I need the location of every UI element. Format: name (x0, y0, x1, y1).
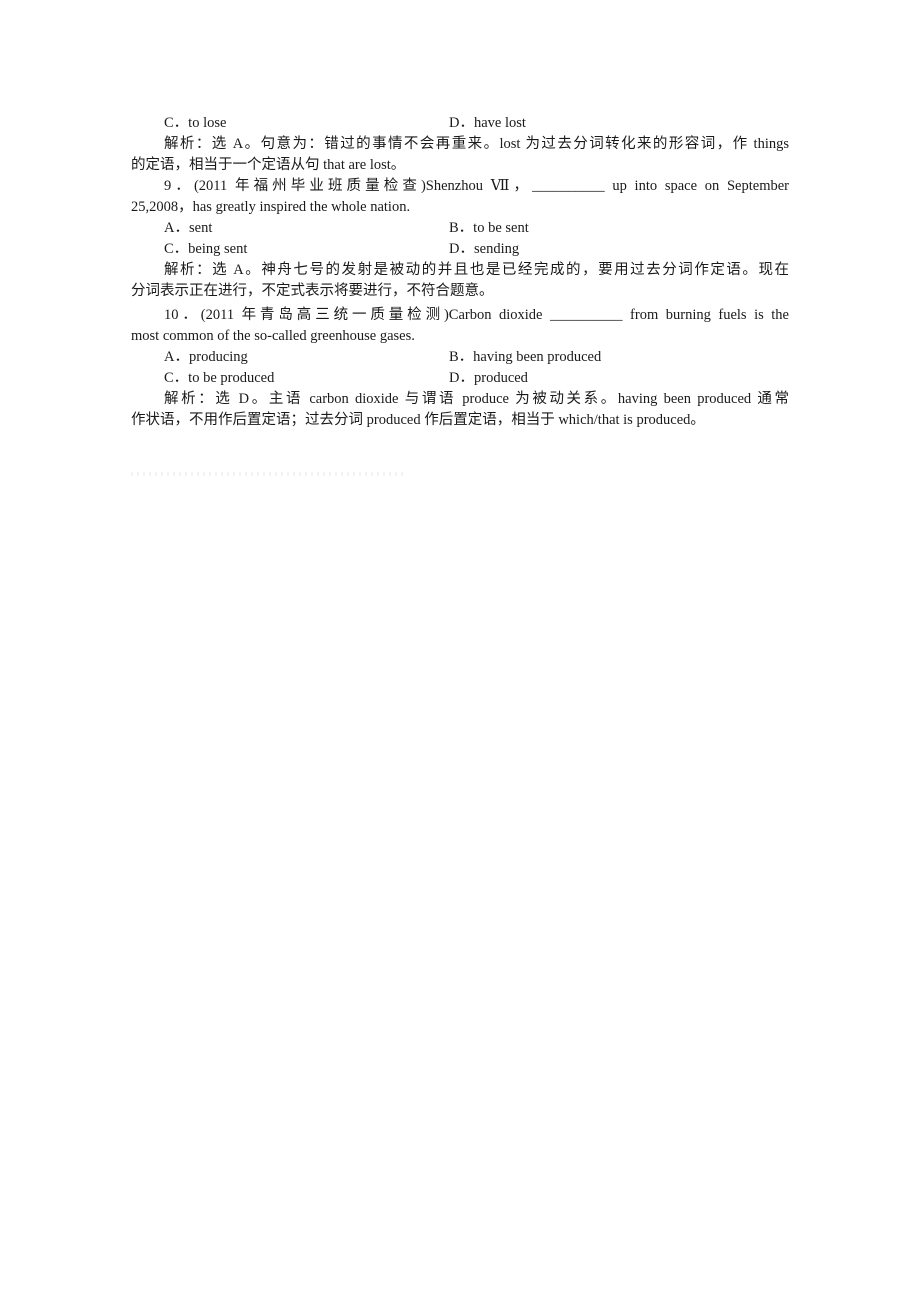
q8-analysis-line2: 的定语，相当于一个定语从句 that are lost。 (131, 157, 406, 173)
q10-analysis-line1: 解析：选 D。主语 carbon dioxide 与谓语 produce 为被动… (164, 391, 789, 407)
q8-analysis-line1: 解析：选 A。句意为：错过的事情不会再重来。lost 为过去分词转化来的形容词，… (164, 136, 789, 152)
q9-option-d: D．sending (449, 239, 789, 260)
q9-analysis-line2: 分词表示正在进行，不定式表示将要进行，不符合题意。 (131, 283, 494, 299)
q8-option-d: D．have lost (449, 113, 789, 134)
q9-option-b: B．to be sent (449, 218, 789, 239)
option-letter: B． (449, 349, 474, 365)
option-letter: B． (449, 220, 474, 236)
option-letter: D． (449, 115, 474, 131)
option-letter: C． (164, 241, 189, 257)
option-text: to be produced (188, 370, 275, 386)
option-letter: C． (164, 370, 189, 386)
q9-analysis-line1: 解析：选 A。神舟七号的发射是被动的并且也是已经完成的，要用过去分词作定语。现在 (164, 262, 789, 278)
q9-options-row-cd: C．being sent D．sending (131, 239, 789, 260)
option-letter: D． (449, 370, 474, 386)
option-letter: A． (164, 349, 189, 365)
q10-option-c: C．to be produced (131, 368, 449, 389)
q10-option-b: B．having been produced (449, 347, 789, 368)
faint-watermark-artifact (131, 472, 406, 476)
option-text: producing (188, 349, 248, 365)
option-text: having been produced (473, 349, 602, 365)
q10-options-row-ab: A．producing B．having been produced (131, 347, 789, 368)
q9-option-a: A．sent (131, 218, 449, 239)
option-text: being sent (188, 241, 248, 257)
option-text: sent (188, 220, 213, 236)
q10-option-d: D．produced (449, 368, 789, 389)
q10-option-a: A．producing (131, 347, 449, 368)
q10-stem-line2: most common of the so-called greenhouse … (131, 328, 415, 344)
option-text: sending (473, 241, 520, 257)
q9-options-row-ab: A．sent B．to be sent (131, 218, 789, 239)
option-letter: A． (164, 220, 189, 236)
option-letter: C． (164, 115, 189, 131)
q8-options-row-cd: C．to lose D．have lost (131, 113, 789, 134)
q10-analysis-line2: 作状语，不用作后置定语；过去分词 produced 作后置定语，相当于 whic… (131, 412, 705, 428)
q10-options-row-cd: C．to be produced D．produced (131, 368, 789, 389)
option-text: to lose (188, 115, 227, 131)
q9-stem-line2: 25,2008，has greatly inspired the whole n… (131, 199, 411, 215)
q9-option-c: C．being sent (131, 239, 449, 260)
option-letter: D． (449, 241, 474, 257)
q10-stem-line1: 10．(2011 年青岛高三统一质量检测)Carbon dioxide ____… (164, 307, 789, 323)
option-text: to be sent (473, 220, 529, 236)
option-text: have lost (473, 115, 526, 131)
q9-stem-line1: 9．(2011 年福州毕业班质量检查)Shenzhou Ⅶ，__________… (164, 178, 789, 194)
q8-option-c: C．to lose (131, 113, 449, 134)
option-text: produced (473, 370, 528, 386)
document-page: C．to lose D．have lost 解析：选 A。句意为：错过的事情不会… (131, 113, 789, 431)
